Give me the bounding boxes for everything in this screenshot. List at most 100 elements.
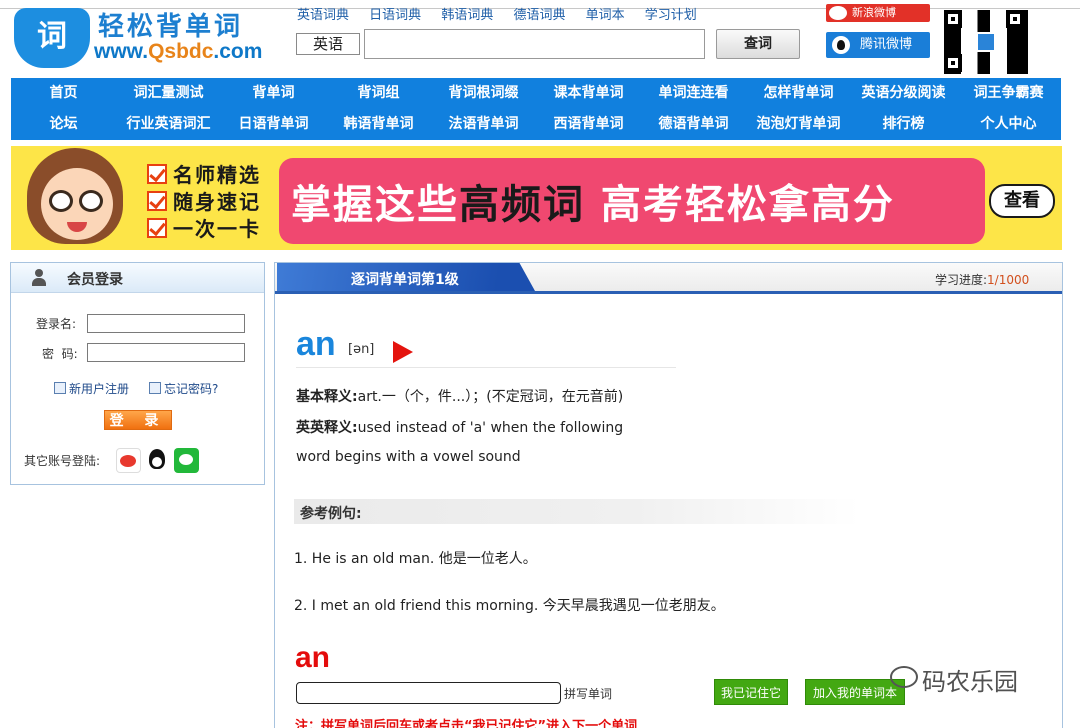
nav-japanese[interactable]: 日语背单词 [221,109,326,140]
qr-code-image [944,10,1028,74]
banner-check-row: 随身速记 [147,187,287,214]
site-logo[interactable]: 词 轻松背单词 www.Qsbdc.com [14,6,266,70]
basic-definition-label: 基本释义: [296,389,358,405]
nav-vocab-test[interactable]: 词汇量测试 [116,78,221,109]
forgot-password-link[interactable]: 忘记密码? [164,380,218,397]
english-definition: 英英释义:used instead of 'a' when the follow… [296,417,623,437]
forgot-password-icon [149,382,161,394]
login-title: 会员登录 [67,272,123,288]
watermark-text: 码农乐园 [922,668,1018,696]
qr-finder-top-left [944,10,962,28]
study-panel-header: 逐词背单词第1级 学习进度:1/1000 [275,263,1062,294]
banner-check-row: 名师精选 [147,160,287,187]
search-button[interactable]: 查词 [716,29,800,59]
tencent-weibo-label: 腾讯微博 [860,37,913,52]
password-field[interactable] [87,343,245,362]
remembered-button[interactable]: 我已记住它 [714,679,788,705]
study-progress: 学习进度:1/1000 [935,271,1029,288]
wechat-login-icon[interactable] [174,448,199,473]
register-link[interactable]: 新用户注册 [69,380,129,397]
spell-word-input[interactable] [296,682,561,704]
nav-graded-reading[interactable]: 英语分级阅读 [851,78,956,109]
banner-check-text: 名师精选 [173,163,261,187]
nav-how-to[interactable]: 怎样背单词 [746,78,851,109]
nav-bubble-lamp[interactable]: 泡泡灯背单词 [746,109,851,140]
examples-title: 参考例句: [300,506,362,522]
nav-user-center[interactable]: 个人中心 [956,109,1061,140]
qq-login-icon[interactable] [145,448,170,473]
login-button[interactable]: 登 录 [104,410,172,430]
dict-link-korean[interactable]: 韩语词典 [441,8,493,22]
phonetic: [ən] [348,342,375,357]
dict-links: 英语词典 日语词典 韩语词典 德语词典 单词本 学习计划 [297,4,713,22]
add-to-wordbook-button[interactable]: 加入我的单词本 [805,679,905,705]
word-divider [296,367,676,368]
basic-definition-text: art.一（个，件...）；(不定冠词，在元音前) [357,389,624,405]
banner-view-button[interactable]: 查看 [989,184,1055,218]
member-login-panel: 会员登录 登录名: 密 码: 新用户注册 忘记密码? 登 录 其它账号登陆: [10,262,265,485]
nav-leaderboard[interactable]: 排行榜 [851,109,956,140]
example-sentence: 2. I met an old friend this morning. 今天早… [294,598,725,614]
spell-target-word: an [295,641,331,674]
english-definition-line-2: word begins with a vowel sound [296,449,521,465]
nav-phrases[interactable]: 背词组 [326,78,431,109]
qq-penguin-icon [832,36,850,54]
nav-textbook[interactable]: 课本背单词 [536,78,641,109]
banner-check-text: 随身速记 [173,190,261,214]
examples-header: 参考例句: [294,499,860,524]
nav-german[interactable]: 德语背单词 [641,109,746,140]
english-definition-text-1: used instead of 'a' when the following [357,420,624,436]
nav-forum[interactable]: 论坛 [11,109,116,140]
register-icon [54,382,66,394]
sina-weibo-button[interactable]: 新浪微博 [826,4,930,22]
nav-word-match[interactable]: 单词连连看 [641,78,746,109]
checkbox-icon [147,163,167,184]
banner-check-text: 一次一卡 [173,217,261,241]
checkbox-icon [147,217,167,238]
search-input[interactable] [364,29,705,59]
nav-industry-vocab[interactable]: 行业英语词汇 [116,109,221,140]
nav-memorize-words[interactable]: 背单词 [221,78,326,109]
basic-definition: 基本释义:art.一（个，件...）；(不定冠词，在元音前) [296,386,623,406]
girl-eye-left [49,190,73,212]
login-header: 会员登录 [11,263,264,293]
nav-roots-affixes[interactable]: 背词根词缀 [431,78,536,109]
nav-word-king[interactable]: 词王争霸赛 [956,78,1061,109]
cartoon-girl-illustration [27,148,125,248]
banner-check-row: 一次一卡 [147,214,287,241]
language-select[interactable]: 英语 [296,33,360,55]
nav-korean[interactable]: 韩语背单词 [326,109,431,140]
banner-headline-box: 掌握这些高频词 高考轻松拿高分 [279,158,985,244]
example-sentence: 1. He is an old man. 他是一位老人。 [294,551,537,567]
username-field[interactable] [87,314,245,333]
logo-url-brand: Qsbdc [148,40,214,63]
dict-link-study-plan[interactable]: 学习计划 [645,8,697,22]
wechat-watermark-icon [890,666,918,688]
progress-value: 1/1000 [987,273,1030,287]
username-label: 登录名: [36,317,77,331]
play-audio-icon[interactable] [393,341,413,363]
logo-title: 轻松背单词 [98,12,244,42]
qr-finder-bottom-left [944,54,962,72]
password-label: 密 码: [42,347,78,361]
nav-row-2: 论坛 行业英语词汇 日语背单词 韩语背单词 法语背单词 西语背单词 德语背单词 … [11,109,1061,140]
dict-link-japanese[interactable]: 日语词典 [369,8,421,22]
instruction-note: 注：拼写单词后回车或者点击“我已记住它”进入下一个单词 [295,719,638,728]
spell-word-hint: 拼写单词 [564,687,613,701]
other-accounts-label: 其它账号登陆: [24,454,101,468]
promo-banner[interactable]: 名师精选 随身速记 一次一卡 掌握这些高频词 高考轻松拿高分 查看 [11,146,1062,250]
qr-center-logo [976,32,996,52]
dict-link-wordbook[interactable]: 单词本 [586,8,625,22]
qr-finder-top-right [1006,10,1024,28]
banner-headline-part-1: 掌握这些 [291,182,459,228]
dict-link-german[interactable]: 德语词典 [513,8,565,22]
weibo-login-icon[interactable] [116,448,141,473]
english-definition-label: 英英释义: [296,420,358,436]
logo-badge-icon: 词 [14,8,90,68]
dict-link-english[interactable]: 英语词典 [297,8,349,22]
nav-french[interactable]: 法语背单词 [431,109,536,140]
nav-spanish[interactable]: 西语背单词 [536,109,641,140]
tencent-weibo-button[interactable]: 腾讯微博 [826,32,930,58]
word-study-panel: 逐词背单词第1级 学习进度:1/1000 an [ən] 基本释义:art.一（… [274,262,1063,728]
nav-home[interactable]: 首页 [11,78,116,109]
